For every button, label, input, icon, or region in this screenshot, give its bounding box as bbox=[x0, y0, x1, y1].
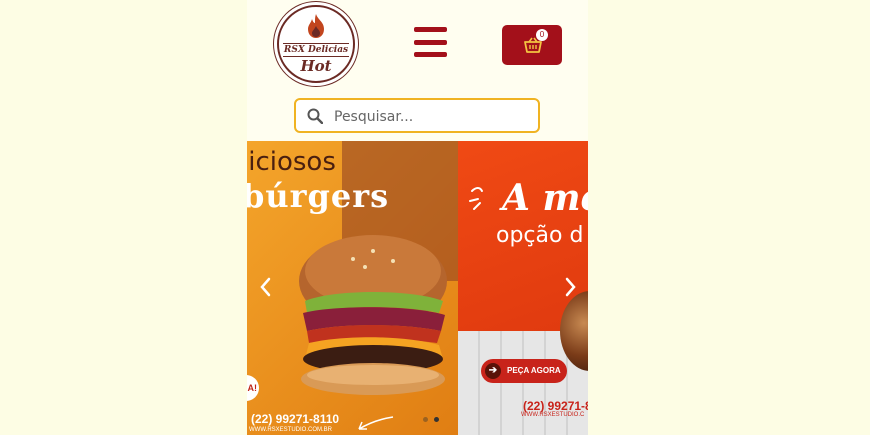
hamburger-line bbox=[414, 52, 447, 57]
hamburger-line bbox=[414, 39, 447, 45]
decorative-dashes-icon bbox=[469, 187, 483, 210]
burger-image bbox=[299, 235, 447, 395]
slide-phone-number: (22) 99271-8110 bbox=[251, 412, 340, 426]
slide-heading-line1: liciosos bbox=[247, 147, 336, 177]
hamburger-menu-icon bbox=[414, 27, 447, 32]
slide-phone-number: (22) 99271-8 bbox=[523, 399, 588, 413]
order-now-label: PEÇA AGORA bbox=[507, 366, 561, 375]
slide-website: WWW.RSXESTUDIO.C bbox=[521, 412, 585, 418]
cart-button[interactable]: 0 bbox=[502, 25, 562, 65]
brand-logo[interactable]: RSX Delicias Hot bbox=[277, 5, 355, 83]
slide-heading-line2: búrgers bbox=[247, 177, 390, 215]
hamburger-menu-button[interactable] bbox=[414, 27, 447, 57]
logo-tagline: Hot bbox=[300, 57, 332, 75]
slide-heading-line1: A mel bbox=[502, 177, 588, 219]
promo-carousel[interactable]: liciosos búrgers A! (22) 99271-8110 WWW.… bbox=[247, 141, 588, 435]
cart-count-badge: 0 bbox=[536, 29, 548, 41]
search-box[interactable] bbox=[294, 98, 540, 133]
arrow-right-icon: ➔ bbox=[485, 363, 501, 379]
order-now-button[interactable]: ➔ PEÇA AGORA bbox=[481, 359, 567, 383]
hand-drawn-arrow-icon bbox=[358, 416, 394, 430]
carousel-prev-button[interactable] bbox=[256, 274, 276, 300]
carousel-dot-active[interactable] bbox=[434, 417, 439, 422]
callout-bubble: A! bbox=[247, 375, 259, 401]
search-input[interactable] bbox=[332, 104, 531, 129]
carousel-dot[interactable] bbox=[423, 417, 428, 422]
chevron-right-icon bbox=[565, 277, 576, 297]
flame-icon bbox=[279, 13, 353, 44]
slide-heading-line2: opção d bbox=[496, 223, 584, 248]
carousel-dots bbox=[423, 417, 439, 422]
mobile-page: RSX Delicias Hot 0 liciosos bbox=[247, 0, 588, 435]
chevron-left-icon bbox=[260, 277, 271, 297]
logo-brand-name: RSX Delicias bbox=[283, 43, 349, 57]
carousel-slide-burgers[interactable]: liciosos búrgers A! (22) 99271-8110 WWW.… bbox=[247, 141, 458, 435]
slide-website: WWW.RSXESTUDIO.COM.BR bbox=[249, 427, 332, 433]
search-icon bbox=[307, 108, 324, 129]
carousel-next-button[interactable] bbox=[560, 274, 580, 300]
